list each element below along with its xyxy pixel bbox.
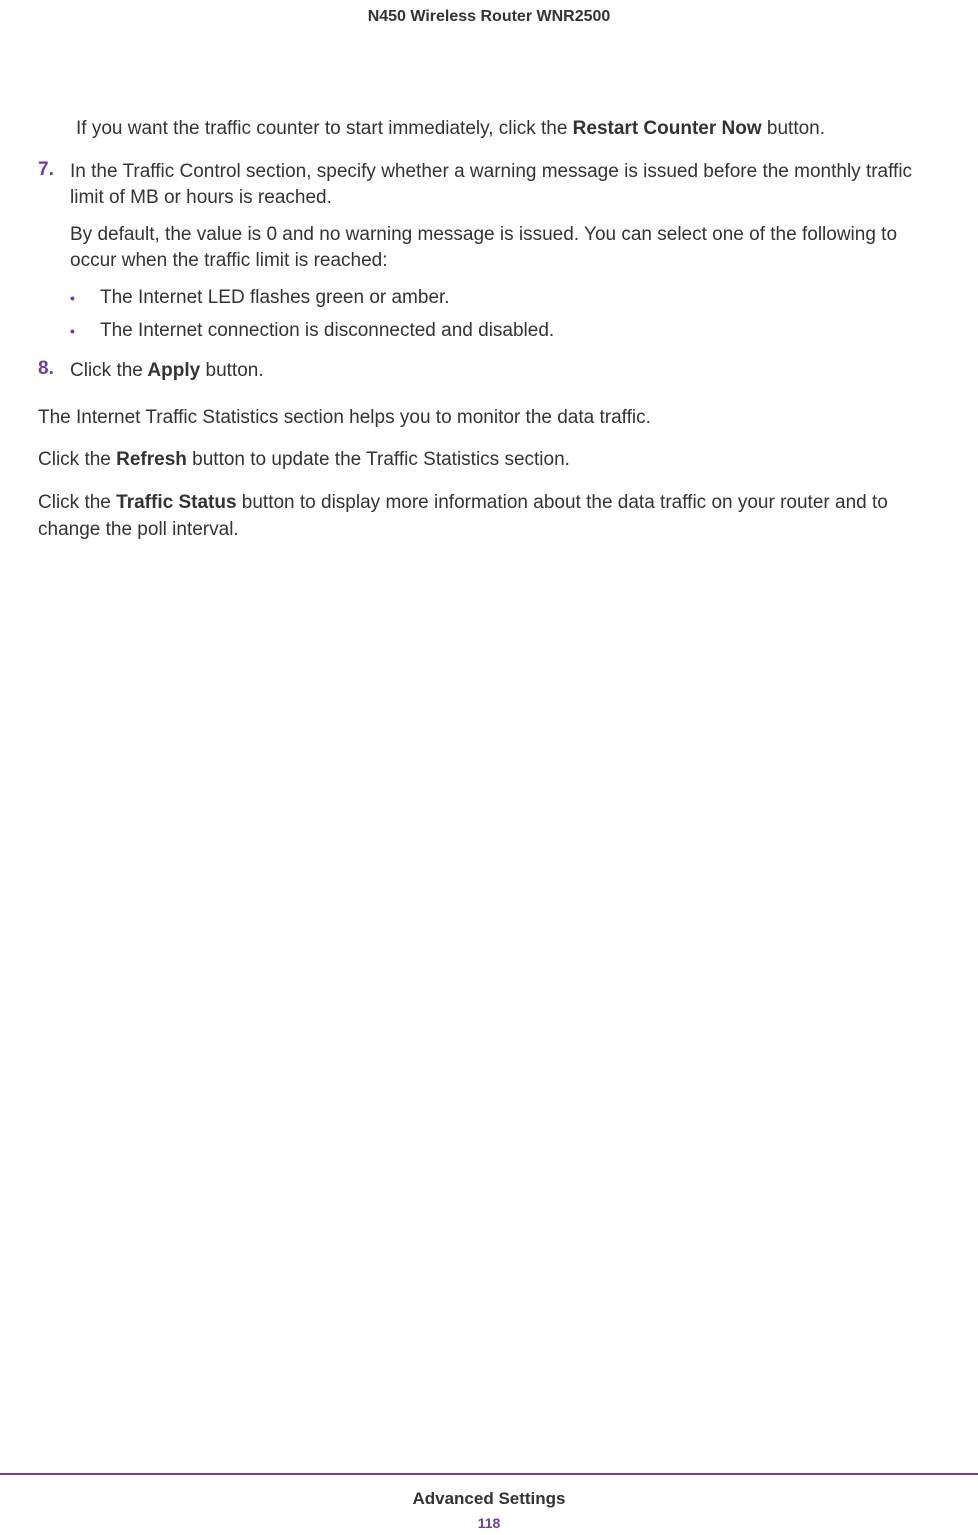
page-footer: Advanced Settings 118 bbox=[0, 1473, 978, 1535]
step-7-number: 7. bbox=[38, 159, 70, 351]
traffic-status-paragraph: Click the Traffic Status button to displ… bbox=[38, 490, 940, 543]
intro-text-before: If you want the traffic counter to start… bbox=[76, 118, 573, 139]
restart-counter-now-label: Restart Counter Now bbox=[573, 118, 762, 139]
footer-page-number: 118 bbox=[0, 1515, 978, 1535]
page-header: N450 Wireless Router WNR2500 bbox=[0, 0, 978, 26]
refresh-paragraph: Click the Refresh button to update the T… bbox=[38, 447, 940, 474]
step-7-p1-a: In the bbox=[70, 161, 118, 182]
header-title: N450 Wireless Router WNR2500 bbox=[368, 8, 611, 25]
step-7-p2: By default, the value is 0 and no warnin… bbox=[70, 222, 940, 275]
page-content: If you want the traffic counter to start… bbox=[0, 26, 978, 543]
refresh-before: Click the bbox=[38, 449, 116, 470]
bullet-1-text: The Internet LED flashes green or amber. bbox=[100, 285, 450, 312]
bullet-item-2: • The Internet connection is disconnecte… bbox=[70, 318, 940, 345]
intro-text-after: button. bbox=[762, 118, 825, 139]
step-7-p1: In the Traffic Control section, specify … bbox=[70, 159, 940, 212]
bullet-2-text: The Internet connection is disconnected … bbox=[100, 318, 554, 345]
bullet-item-1: • The Internet LED flashes green or ambe… bbox=[70, 285, 940, 312]
refresh-label: Refresh bbox=[116, 449, 187, 470]
stats-paragraph: The Internet Traffic Statistics section … bbox=[38, 405, 940, 432]
bullet-icon: • bbox=[70, 318, 100, 345]
step-8-number: 8. bbox=[38, 358, 70, 397]
step-7-body: In the Traffic Control section, specify … bbox=[70, 159, 940, 351]
status-before: Click the bbox=[38, 492, 116, 513]
refresh-after: button to update the Traffic Statistics … bbox=[187, 449, 570, 470]
traffic-status-label: Traffic Status bbox=[116, 492, 236, 513]
step-8: 8. Click the Apply button. bbox=[38, 358, 940, 397]
step-8-body: Click the Apply button. bbox=[70, 358, 940, 397]
intro-paragraph: If you want the traffic counter to start… bbox=[76, 116, 940, 143]
apply-label: Apply bbox=[143, 360, 200, 381]
step-8-before: Click the bbox=[70, 360, 143, 381]
footer-section-title: Advanced Settings bbox=[0, 1489, 978, 1509]
step-8-text: Click the Apply button. bbox=[70, 358, 940, 385]
footer-divider bbox=[0, 1473, 978, 1475]
bullet-icon: • bbox=[70, 285, 100, 312]
step-8-after: button. bbox=[200, 360, 263, 381]
step-7: 7. In the Traffic Control section, speci… bbox=[38, 159, 940, 351]
step-7-p1-b: Traffic Control section, specify whether… bbox=[70, 161, 912, 209]
